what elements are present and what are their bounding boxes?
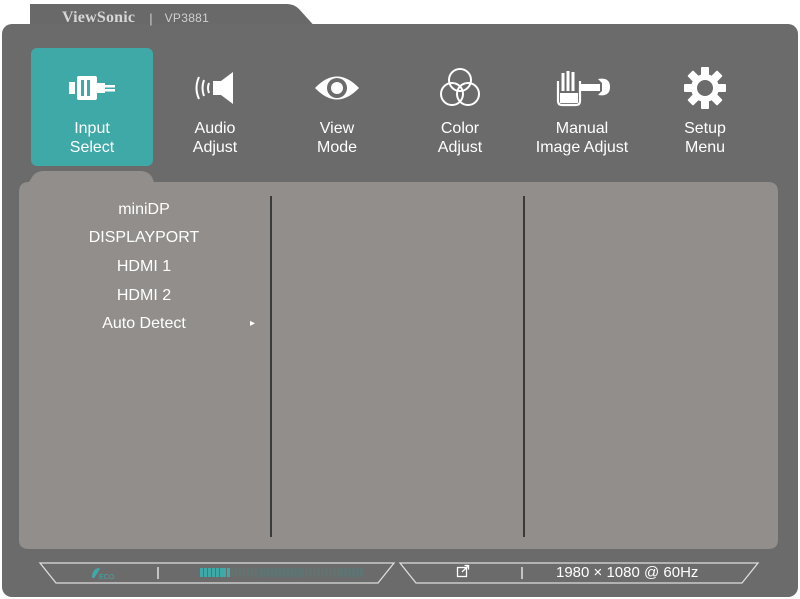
brightness-segment-empty	[297, 568, 301, 577]
brand-logo: ViewSonic	[62, 9, 136, 26]
brightness-segment-empty	[352, 568, 356, 577]
brightness-segment-empty	[359, 568, 363, 577]
brightness-segment-filled	[203, 568, 207, 577]
hand-wrench-icon	[552, 62, 612, 114]
brightness-segment-filled	[207, 568, 211, 577]
eco-icon: ECO	[90, 565, 118, 585]
input-select-icon	[62, 62, 122, 114]
brightness-segment-empty	[266, 568, 270, 577]
tab-input-select-label: Input Select	[69, 120, 115, 156]
menu-item-auto-detect[interactable]: Auto Detect	[20, 313, 268, 335]
brightness-segment-empty	[293, 568, 297, 577]
tab-view-mode[interactable]: View Mode	[276, 48, 398, 166]
brightness-segment-empty	[317, 568, 320, 577]
tab-setup-menu[interactable]: Setup Menu	[644, 48, 766, 166]
brightness-segment-empty	[289, 568, 293, 577]
brightness-segment-empty	[278, 568, 281, 577]
gear-icon	[675, 62, 735, 114]
tab-manual-image-adjust[interactable]: Manual Image Adjust	[521, 48, 643, 166]
eye-icon	[307, 62, 367, 114]
brightness-segment-empty	[274, 568, 278, 577]
osd-brand: ViewSonic | VP3881	[62, 8, 209, 28]
brightness-segment-empty	[258, 568, 262, 577]
tab-color-adjust-label: Color Adjust	[437, 120, 483, 156]
submenu-arrow-icon: ▸	[250, 318, 256, 329]
menu-item-hdmi-2[interactable]: HDMI 2	[20, 285, 268, 307]
brightness-segment-empty	[250, 568, 254, 577]
tab-view-mode-label: View Mode	[316, 120, 358, 156]
brightness-segment-empty	[320, 568, 324, 577]
tab-setup-menu-label: Setup Menu	[684, 120, 726, 156]
brightness-segment-filled	[200, 568, 203, 577]
column-divider-1	[270, 196, 272, 537]
external-link-icon	[456, 564, 470, 582]
menu-item-minidp[interactable]: miniDP	[20, 199, 268, 221]
tab-input-select[interactable]: Input Select	[31, 48, 153, 166]
brightness-segment-empty	[332, 568, 336, 577]
tab-audio-adjust[interactable]: Audio Adjust	[154, 48, 276, 166]
brightness-segment-empty	[328, 568, 332, 577]
brightness-segment-filled	[227, 568, 231, 577]
brightness-segment-empty	[305, 568, 309, 577]
brightness-segment-empty	[254, 568, 258, 577]
brightness-segment-empty	[239, 568, 242, 577]
brightness-segment-filled	[223, 568, 227, 577]
color-circles-icon	[430, 62, 490, 114]
brightness-segment-filled	[219, 568, 223, 577]
brightness-segment-empty	[301, 568, 305, 577]
tab-color-adjust[interactable]: Color Adjust	[399, 48, 521, 166]
menu-item-displayport[interactable]: DISPLAYPORT	[20, 227, 268, 249]
brightness-segment-empty	[356, 568, 359, 577]
brightness-segment-filled	[211, 568, 215, 577]
brightness-segment-empty	[285, 568, 289, 577]
brightness-segment-empty	[340, 568, 344, 577]
speaker-icon	[185, 62, 245, 114]
brightness-segment-filled	[215, 568, 219, 577]
brightness-segment-empty	[336, 568, 340, 577]
brightness-segment-empty	[313, 568, 317, 577]
brightness-segment-empty	[262, 568, 266, 577]
brightness-segment-empty	[344, 568, 348, 577]
brightness-segment-empty	[324, 568, 328, 577]
brightness-segment-empty	[281, 568, 285, 577]
column-divider-2	[523, 196, 525, 537]
svg-text:ECO: ECO	[99, 574, 115, 581]
brightness-segment-empty	[242, 568, 246, 577]
brightness-segment-empty	[246, 568, 250, 577]
brightness-segment-empty	[231, 568, 235, 577]
brightness-segment-empty	[270, 568, 274, 577]
brand-separator: |	[149, 10, 153, 26]
resolution-readout: 1980 × 1080 @ 60Hz	[556, 564, 699, 581]
tab-audio-adjust-label: Audio Adjust	[192, 120, 238, 156]
brightness-segment-empty	[348, 568, 352, 577]
model-name: VP3881	[164, 11, 210, 25]
brightness-segment-empty	[309, 568, 313, 577]
menu-item-hdmi-1[interactable]: HDMI 1	[20, 256, 268, 278]
tab-manual-image-adjust-label: Manual Image Adjust	[535, 120, 629, 156]
brightness-segment-empty	[235, 568, 239, 577]
osd-window: ViewSonic | VP3881 Input Select Audio Ad…	[0, 0, 800, 599]
